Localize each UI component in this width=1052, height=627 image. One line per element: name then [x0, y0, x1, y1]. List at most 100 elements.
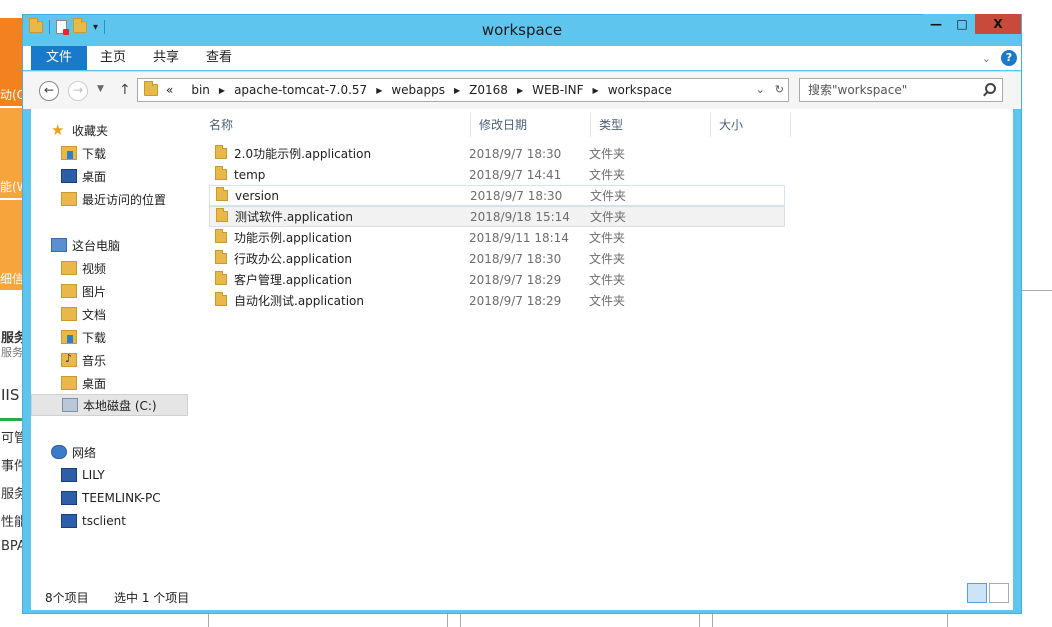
file-row[interactable]: 功能示例.application 2018/9/11 18:14 文件夹: [209, 227, 785, 248]
sidebar-item-network-computer[interactable]: LILY: [31, 464, 188, 486]
item-count: 8个项目: [45, 591, 89, 605]
tab-home[interactable]: 主页: [91, 46, 135, 70]
close-icon: X: [993, 17, 1003, 31]
column-header-size[interactable]: 大小: [711, 113, 791, 137]
sidebar-label: 视频: [82, 261, 107, 276]
chevron-right-icon[interactable]: ▶: [593, 86, 599, 95]
minimize-button[interactable]: —: [923, 14, 949, 34]
file-date: 2018/9/11 18:14: [469, 230, 569, 245]
bg-text: 服务: [1, 487, 24, 502]
documents-icon: [61, 307, 77, 321]
sidebar-label: 文档: [82, 307, 107, 322]
breadcrumb-item[interactable]: apache-tomcat-7.0.57: [234, 83, 367, 97]
close-button[interactable]: X: [975, 14, 1021, 34]
music-icon: [61, 352, 77, 367]
file-date: 2018/9/7 18:30: [469, 146, 562, 161]
file-name: 功能示例.application: [234, 231, 353, 245]
sidebar-group-network[interactable]: 网络: [31, 441, 188, 463]
chevron-right-icon[interactable]: ▶: [517, 86, 523, 95]
file-date: 2018/9/7 18:30: [469, 251, 562, 266]
column-header-name[interactable]: 名称: [201, 113, 471, 137]
address-bar[interactable]: « bin ▶ apache-tomcat-7.0.57 ▶ webapps ▶…: [137, 78, 789, 102]
file-row[interactable]: 测试软件.application 2018/9/18 15:14 文件夹: [209, 206, 785, 227]
sidebar-item-local-disk[interactable]: 本地磁盘 (C:): [31, 394, 188, 416]
bg-text: BPA: [1, 539, 24, 554]
breadcrumb-item[interactable]: Z0168: [469, 83, 508, 97]
view-switcher: [967, 583, 1009, 603]
chevron-right-icon[interactable]: ▶: [454, 86, 460, 95]
sidebar-item-network-computer[interactable]: TEEMLINK-PC: [31, 487, 188, 509]
file-row[interactable]: 客户管理.application 2018/9/7 18:29 文件夹: [209, 269, 785, 290]
sidebar-item-downloads[interactable]: 下载: [31, 326, 188, 348]
file-name: version: [235, 188, 279, 203]
sidebar-item-pictures[interactable]: 图片: [31, 280, 188, 302]
sidebar-item-network-computer[interactable]: tsclient: [31, 510, 188, 532]
recent-locations-icon[interactable]: ▼: [97, 84, 104, 94]
tab-view[interactable]: 查看: [197, 46, 241, 70]
address-dropdown-icon[interactable]: ⌄: [756, 83, 765, 96]
file-name: 行政办公.application: [234, 252, 353, 266]
details-view-icon[interactable]: [967, 583, 987, 603]
sidebar-label: 最近访问的位置: [82, 192, 167, 207]
sidebar-group-this-pc[interactable]: 这台电脑: [31, 234, 188, 256]
file-row[interactable]: 行政办公.application 2018/9/7 18:30 文件夹: [209, 248, 785, 269]
tab-file[interactable]: 文件: [31, 46, 87, 70]
folder-icon: [216, 208, 228, 222]
file-name: temp: [234, 167, 266, 182]
breadcrumb-item[interactable]: workspace: [608, 83, 672, 97]
file-list: 名称 修改日期 类型 大小 2.0功能示例.application 2018/9…: [197, 109, 1013, 581]
sidebar-label: 本地磁盘 (C:): [83, 398, 157, 413]
file-date: 2018/9/18 15:14: [470, 209, 570, 224]
file-row[interactable]: version 2018/9/7 18:30 文件夹: [209, 185, 785, 206]
status-bar: 8个项目 选中 1 个项目: [31, 581, 1013, 610]
up-button[interactable]: ↑: [119, 82, 131, 98]
forward-button[interactable]: →: [68, 81, 88, 101]
sidebar-group-favorites[interactable]: ★ 收藏夹: [31, 119, 188, 141]
file-row[interactable]: 自动化测试.application 2018/9/7 18:29 文件夹: [209, 290, 785, 311]
breadcrumb-item[interactable]: webapps: [391, 83, 445, 97]
breadcrumb-item[interactable]: WEB-INF: [532, 83, 583, 97]
refresh-icon[interactable]: ↻: [775, 83, 784, 96]
file-row[interactable]: temp 2018/9/7 14:41 文件夹: [209, 164, 785, 185]
tab-share[interactable]: 共享: [144, 46, 188, 70]
file-type: 文件夹: [589, 294, 626, 308]
file-name: 测试软件.application: [235, 210, 354, 224]
back-button[interactable]: ←: [39, 81, 59, 101]
network-computer-icon: [61, 514, 77, 528]
desktop-icon: [61, 169, 77, 183]
file-date: 2018/9/7 14:41: [469, 167, 562, 182]
sidebar-item-music[interactable]: 音乐: [31, 349, 188, 371]
help-icon[interactable]: ?: [1001, 50, 1017, 66]
title-bar[interactable]: ▾ workspace — □ X: [23, 14, 1021, 45]
chevron-right-icon[interactable]: ▶: [376, 86, 382, 95]
expand-ribbon-icon[interactable]: ⌄: [982, 52, 991, 65]
sidebar-item-recent[interactable]: 最近访问的位置: [31, 188, 188, 210]
file-date: 2018/9/7 18:30: [470, 188, 563, 203]
file-row[interactable]: 2.0功能示例.application 2018/9/7 18:30 文件夹: [209, 143, 785, 164]
sidebar-label: 网络: [72, 445, 97, 460]
address-overflow[interactable]: «: [166, 83, 173, 97]
folder-icon: [216, 187, 228, 201]
column-header-date[interactable]: 修改日期: [471, 113, 591, 137]
sidebar-item-downloads[interactable]: 下载: [31, 142, 188, 164]
search-icon[interactable]: [985, 83, 996, 94]
sidebar-label: TEEMLINK-PC: [82, 491, 161, 505]
maximize-button[interactable]: □: [949, 14, 975, 34]
bg-divider: [1022, 290, 1052, 291]
sidebar-item-documents[interactable]: 文档: [31, 303, 188, 325]
sidebar-item-desktop[interactable]: 桌面: [31, 165, 188, 187]
bg-box: [208, 612, 448, 627]
sidebar-item-desktop[interactable]: 桌面: [31, 372, 188, 394]
search-input[interactable]: 搜索"workspace": [799, 78, 1003, 102]
bg-text: 动(Q: [0, 88, 24, 102]
large-icons-view-icon[interactable]: [989, 583, 1009, 603]
chevron-right-icon[interactable]: ▶: [219, 86, 225, 95]
column-header-type[interactable]: 类型: [591, 113, 711, 137]
bg-text: 细信: [0, 272, 24, 286]
file-type: 文件夹: [590, 210, 627, 224]
sidebar-item-videos[interactable]: 视频: [31, 257, 188, 279]
bg-text: 性能: [1, 515, 24, 530]
selection-count: 选中 1 个项目: [114, 591, 190, 605]
breadcrumb-item[interactable]: bin: [191, 83, 210, 97]
file-type: 文件夹: [589, 273, 626, 287]
